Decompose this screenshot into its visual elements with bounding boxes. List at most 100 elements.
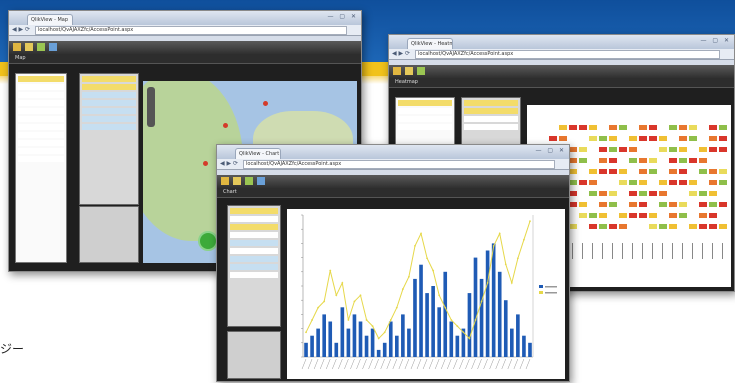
legend-swatch[interactable] xyxy=(539,291,543,294)
heatmap-cell[interactable] xyxy=(649,158,657,163)
heatmap-cell[interactable] xyxy=(669,224,677,229)
bar[interactable] xyxy=(370,328,375,357)
heatmap-cell[interactable] xyxy=(609,125,617,130)
line-point[interactable] xyxy=(510,282,513,284)
sheet-tab[interactable]: Heatmap xyxy=(389,78,734,88)
browser-tab[interactable]: QlikView - Chart xyxy=(235,148,281,159)
heatmap-cell[interactable] xyxy=(689,136,697,141)
heatmap-cell[interactable] xyxy=(629,158,637,163)
heatmap-cell[interactable] xyxy=(679,136,687,141)
bar[interactable] xyxy=(479,278,484,357)
list-item[interactable] xyxy=(230,240,278,246)
map-marker[interactable] xyxy=(203,161,208,166)
heatmap-cell[interactable] xyxy=(719,224,727,229)
list-item[interactable] xyxy=(82,92,136,98)
line-point[interactable] xyxy=(329,269,332,272)
heatmap-cell[interactable] xyxy=(679,125,687,130)
heatmap-cell[interactable] xyxy=(629,180,637,185)
folder-icon[interactable] xyxy=(221,177,229,185)
bar[interactable] xyxy=(449,321,454,358)
window-controls[interactable]: — ▢ ✕ xyxy=(535,147,566,154)
line-point[interactable] xyxy=(335,294,338,297)
heatmap-cell[interactable] xyxy=(699,213,707,218)
heatmap-cell[interactable] xyxy=(669,213,677,218)
line-point[interactable] xyxy=(353,300,356,303)
bookmark-icon[interactable] xyxy=(245,177,253,185)
line-point[interactable] xyxy=(426,257,428,260)
folder-icon[interactable] xyxy=(13,43,21,51)
heatmap-cell[interactable] xyxy=(619,224,627,229)
heatmap-cell[interactable] xyxy=(589,213,597,218)
line-point[interactable] xyxy=(529,220,531,223)
heatmap-cell[interactable] xyxy=(699,224,707,229)
heatmap-cell[interactable] xyxy=(579,180,587,185)
list-item[interactable] xyxy=(82,124,136,130)
heatmap-cell[interactable] xyxy=(679,180,687,185)
heatmap-cell[interactable] xyxy=(649,224,657,229)
line-point[interactable] xyxy=(389,319,392,321)
line-point[interactable] xyxy=(347,319,350,321)
heatmap-cell[interactable] xyxy=(629,202,637,207)
heatmap-cell[interactable] xyxy=(599,224,607,229)
map-highlight[interactable] xyxy=(198,231,218,251)
list-item[interactable] xyxy=(230,256,278,262)
heatmap-cell[interactable] xyxy=(589,191,597,196)
line-point[interactable] xyxy=(401,288,404,290)
line-point[interactable] xyxy=(359,294,362,297)
heatmap-cell[interactable] xyxy=(609,158,617,163)
list-item[interactable] xyxy=(82,84,136,90)
bar[interactable] xyxy=(328,321,333,358)
heatmap-cell[interactable] xyxy=(709,180,717,185)
list-item[interactable] xyxy=(230,264,278,270)
heatmap-cell[interactable] xyxy=(649,191,657,196)
heatmap-cell[interactable] xyxy=(639,191,647,196)
bar[interactable] xyxy=(443,271,448,357)
heatmap-cell[interactable] xyxy=(709,191,717,196)
heatmap-cell[interactable] xyxy=(569,180,577,185)
list-item[interactable] xyxy=(230,248,278,254)
heatmap-cell[interactable] xyxy=(669,125,677,130)
heatmap-cell[interactable] xyxy=(699,147,707,152)
list-item[interactable] xyxy=(464,100,518,106)
nav-icons[interactable]: ◀ ▶ ⟳ xyxy=(392,50,410,57)
line-point[interactable] xyxy=(504,263,507,266)
list-item[interactable] xyxy=(464,116,518,122)
heatmap-cell[interactable] xyxy=(619,147,627,152)
heatmap-cell[interactable] xyxy=(619,125,627,130)
list-item[interactable] xyxy=(18,148,64,154)
heatmap-cell[interactable] xyxy=(619,169,627,174)
browser-tab[interactable]: QlikView - Heatmap xyxy=(407,38,453,49)
bar[interactable] xyxy=(316,328,320,357)
heatmap-cell[interactable] xyxy=(609,202,617,207)
line-point[interactable] xyxy=(341,282,344,284)
heatmap-cell[interactable] xyxy=(579,202,587,207)
list-item[interactable] xyxy=(18,124,64,130)
line-point[interactable] xyxy=(456,325,459,328)
bar[interactable] xyxy=(352,314,357,357)
bookmark-icon[interactable] xyxy=(37,43,45,51)
print-icon[interactable] xyxy=(49,43,57,51)
line-point[interactable] xyxy=(474,319,477,321)
bar[interactable] xyxy=(467,293,472,357)
heatmap-cell[interactable] xyxy=(669,169,677,174)
bar[interactable] xyxy=(455,335,460,357)
heatmap-cell[interactable] xyxy=(569,191,577,196)
heatmap-cell[interactable] xyxy=(709,202,717,207)
heatmap-cell[interactable] xyxy=(659,191,667,196)
nav-icons[interactable]: ◀ ▶ ⟳ xyxy=(220,160,238,167)
heatmap-cell[interactable] xyxy=(589,136,597,141)
folder-icon[interactable] xyxy=(393,67,401,75)
list-item[interactable] xyxy=(230,232,278,238)
window-controls[interactable]: — ▢ ✕ xyxy=(700,37,731,44)
heatmap-cell[interactable] xyxy=(679,158,687,163)
heatmap-cell[interactable] xyxy=(689,180,697,185)
heatmap-cell[interactable] xyxy=(689,191,697,196)
heatmap-cell[interactable] xyxy=(689,224,697,229)
heatmap-cell[interactable] xyxy=(629,147,637,152)
list-box-1[interactable] xyxy=(15,73,67,263)
url-field[interactable]: localhost/QvAJAXZfc/AccessPoint.aspx xyxy=(243,160,555,169)
line-point[interactable] xyxy=(486,282,489,284)
heatmap-cell[interactable] xyxy=(709,125,717,130)
bar[interactable] xyxy=(340,307,345,357)
line-point[interactable] xyxy=(408,275,410,278)
